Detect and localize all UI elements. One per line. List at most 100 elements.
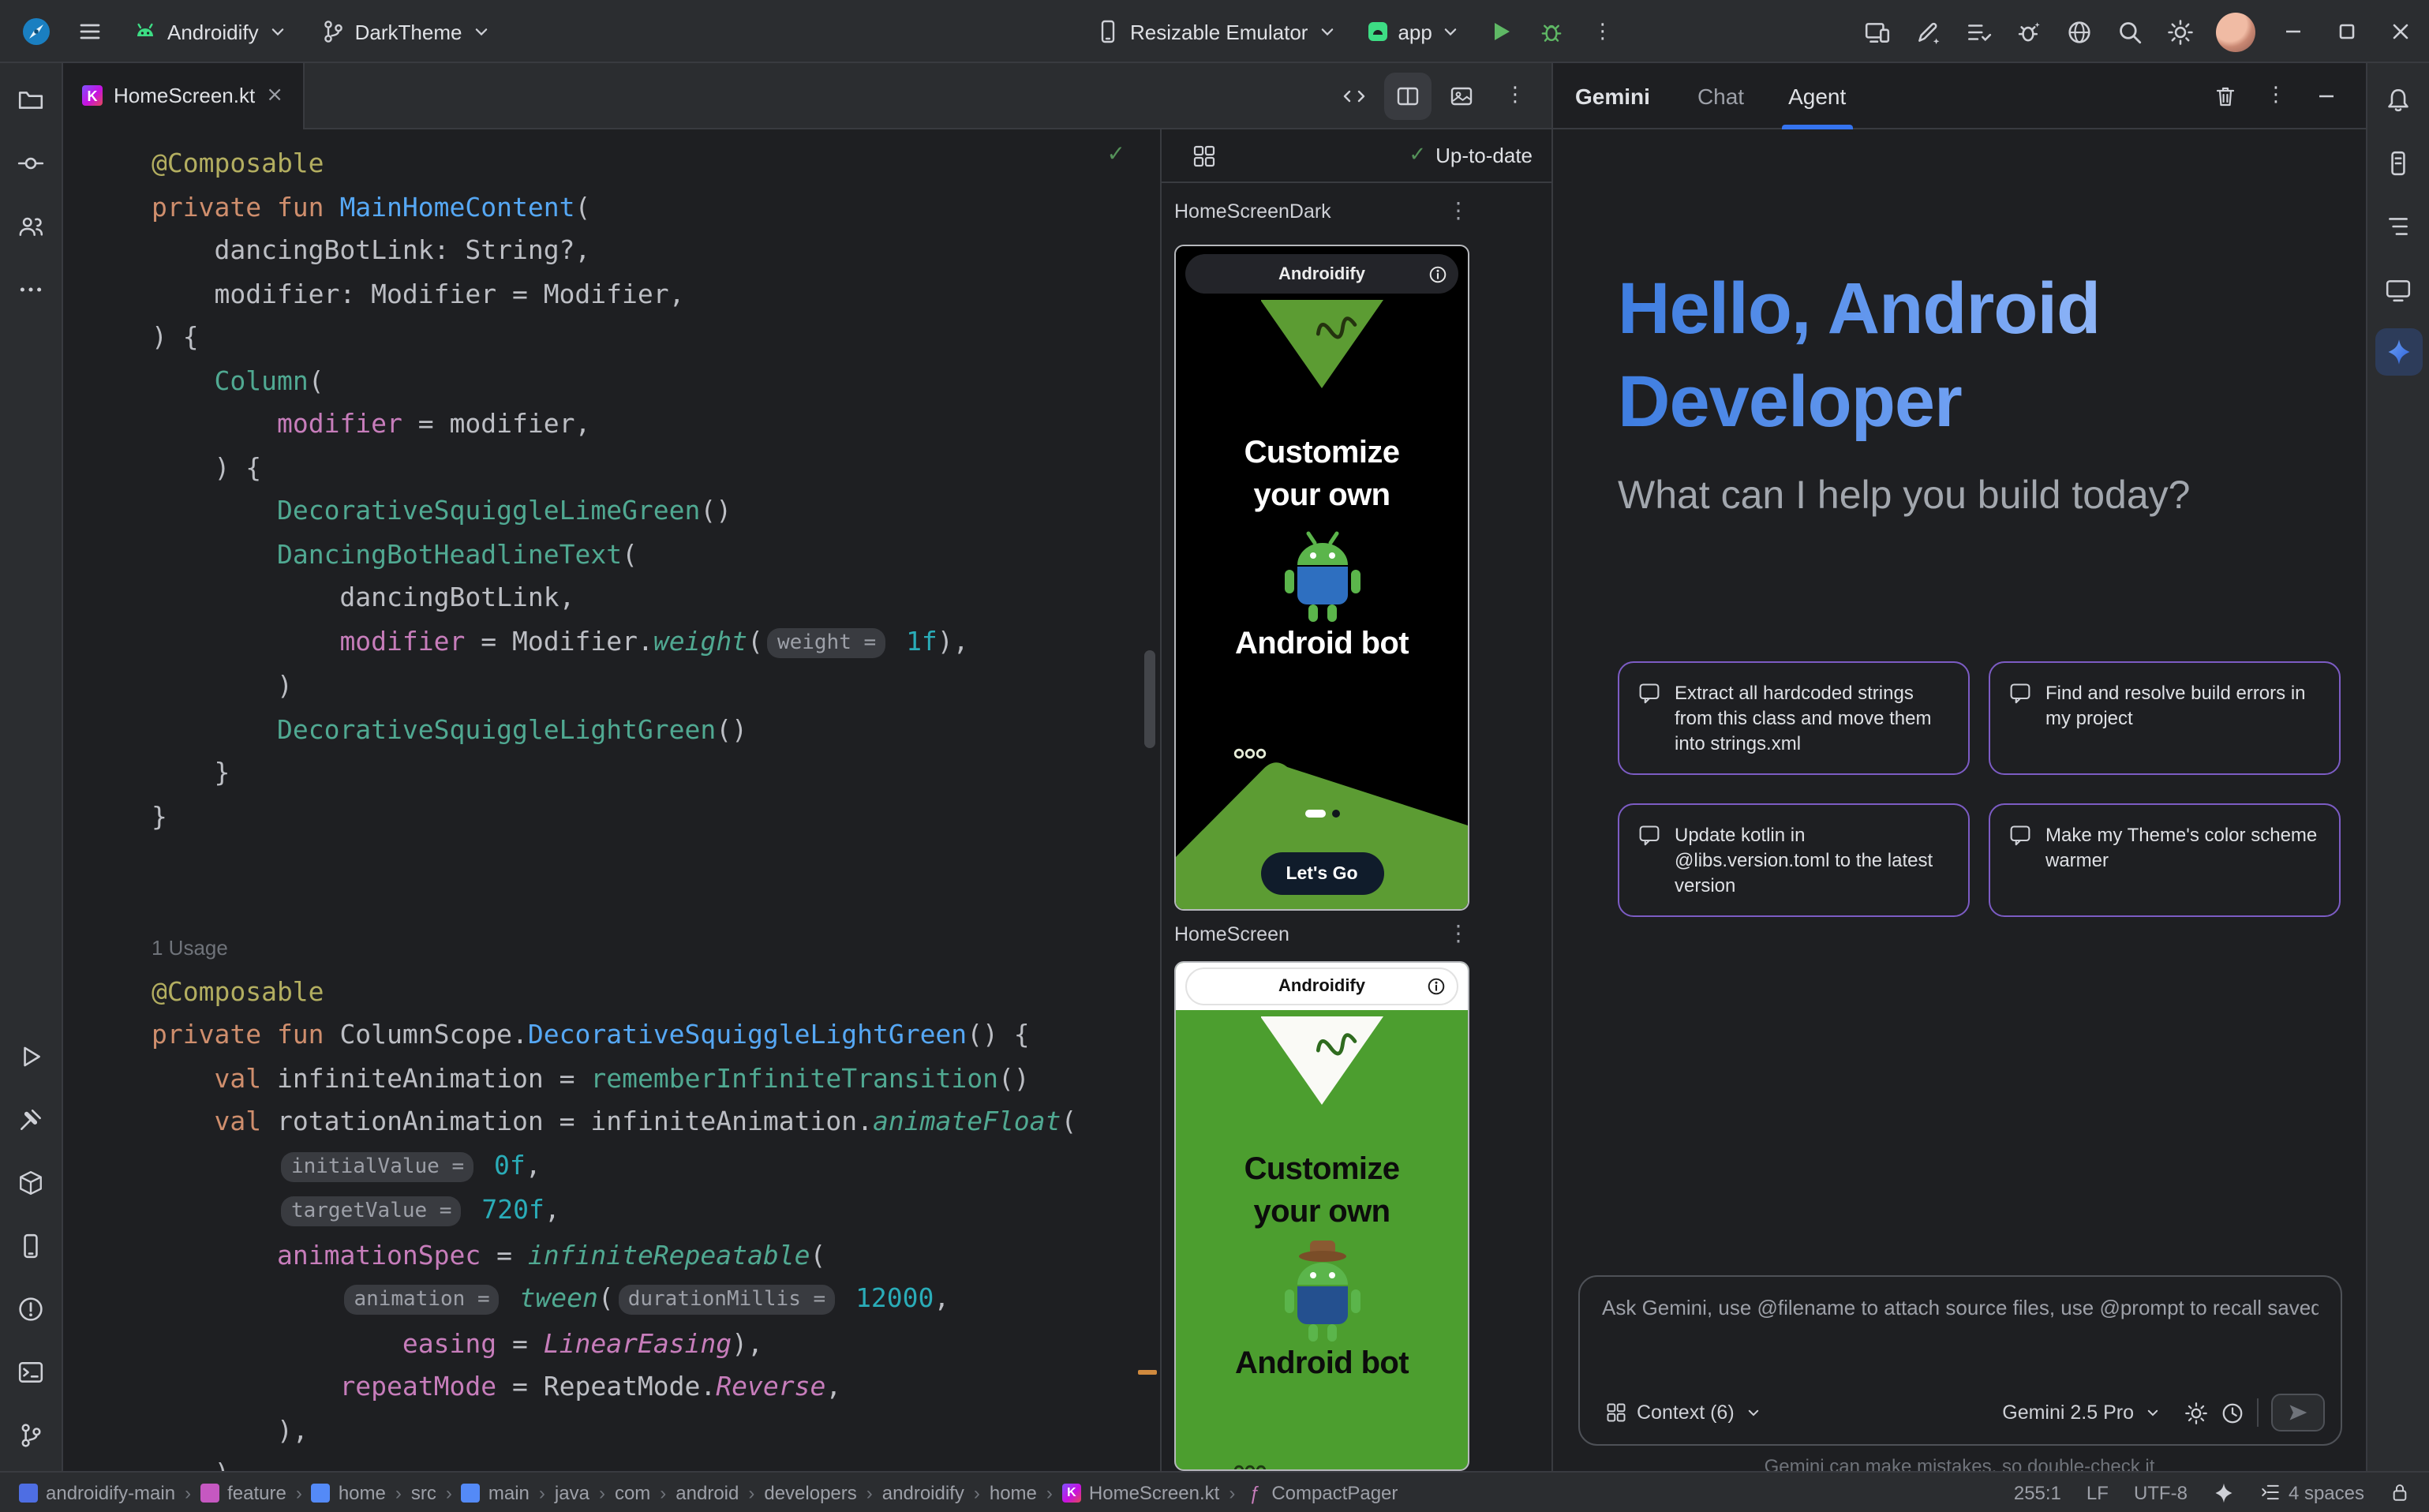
preview-phone-homescreen[interactable]: Androidify Customize your own: [1174, 961, 1469, 1471]
maximize-button[interactable]: [2322, 0, 2372, 63]
breadcrumb-item[interactable]: developers: [764, 1481, 856, 1503]
split-view-button[interactable]: [1384, 72, 1432, 119]
tab-homescreen-kt[interactable]: K HomeScreen.kt ×: [63, 62, 304, 129]
task-list-icon[interactable]: [1954, 8, 2001, 55]
indent-widget[interactable]: 4 spaces: [2260, 1481, 2364, 1503]
toolstrip-item-more[interactable]: [7, 265, 54, 313]
toolstrip-item-terminal[interactable]: [7, 1348, 54, 1395]
breadcrumb-item[interactable]: src: [411, 1481, 436, 1503]
lets-go-button[interactable]: Let's Go: [1260, 852, 1383, 895]
project-selector[interactable]: Androidify: [120, 13, 301, 51]
breadcrumb-item[interactable]: feature: [200, 1481, 286, 1503]
gemini-more-button[interactable]: ⋮: [2252, 72, 2300, 119]
running-devices-icon[interactable]: [1853, 8, 1900, 55]
ai-status-icon[interactable]: [2213, 1481, 2235, 1503]
suggestion-card-update-kotlin[interactable]: Update kotlin in @libs.version.toml to t…: [1618, 803, 1970, 917]
code-line: Column(: [152, 359, 1160, 402]
preview-more-button[interactable]: ⋮: [1447, 199, 1469, 224]
design-view-button[interactable]: [1438, 72, 1485, 119]
preview-bot-label: Android bot: [1235, 1343, 1409, 1386]
toolstrip-item-structure[interactable]: [2375, 202, 2422, 249]
code-line: animation = tween(durationMillis = 12000…: [152, 1277, 1160, 1322]
toolstrip-item-device-explorer[interactable]: [2375, 139, 2422, 186]
model-selector[interactable]: Gemini 2.5 Pro: [1993, 1397, 2172, 1428]
send-button[interactable]: [2271, 1394, 2325, 1432]
toolstrip-item-running-devices[interactable]: [2375, 265, 2422, 313]
toolstrip-item-pull-requests[interactable]: [7, 202, 54, 249]
preview-layout-icon[interactable]: [1181, 132, 1228, 179]
toolstrip-item-run[interactable]: [7, 1032, 54, 1080]
ai-network-icon[interactable]: [2055, 8, 2102, 55]
toolstrip-item-gemini[interactable]: [2375, 328, 2422, 376]
vcs-branch-selector[interactable]: DarkTheme: [308, 13, 505, 51]
toolstrip-item-commit[interactable]: [7, 139, 54, 186]
breadcrumb-item[interactable]: KHomeScreen.kt: [1062, 1481, 1219, 1503]
main-menu-button[interactable]: [66, 8, 114, 55]
ai-pen-icon[interactable]: [1903, 8, 1951, 55]
history-button[interactable]: [2221, 1401, 2244, 1424]
context-selector[interactable]: Context (6): [1596, 1397, 1772, 1428]
preview-status-label: Up-to-date: [1435, 144, 1533, 167]
app-module-icon: [1366, 21, 1388, 43]
gemini-spark-icon: [2384, 338, 2412, 366]
caret-position[interactable]: 255:1: [2014, 1481, 2061, 1503]
search-button[interactable]: [2105, 8, 2153, 55]
device-selector[interactable]: Resizable Emulator: [1083, 13, 1350, 51]
minimize-button[interactable]: [2268, 0, 2319, 63]
clear-chat-button[interactable]: [2202, 72, 2249, 119]
app-title: Androidify: [1278, 977, 1365, 996]
code-line: modifier: Modifier = Modifier,: [152, 272, 1160, 316]
breadcrumb-item[interactable]: ƒCompactPager: [1244, 1481, 1398, 1503]
alert-circle-icon: [17, 1295, 44, 1322]
breadcrumb-item[interactable]: home: [312, 1481, 386, 1503]
toolstrip-item-build[interactable]: [7, 1095, 54, 1143]
toolstrip-item-dependencies[interactable]: [7, 1158, 54, 1206]
preview-more-button[interactable]: ⋮: [1447, 922, 1469, 947]
chevron-down-icon: [267, 21, 289, 43]
suggestion-card-extract-strings[interactable]: Extract all hardcoded strings from this …: [1618, 661, 1970, 775]
breadcrumb-item[interactable]: main: [462, 1481, 530, 1503]
run-configuration-selector[interactable]: app: [1353, 13, 1474, 50]
editor-more-button[interactable]: ⋮: [1491, 72, 1539, 119]
code-view-button[interactable]: [1331, 72, 1378, 119]
more-horizontal-icon: [17, 275, 44, 302]
user-avatar[interactable]: [2216, 12, 2255, 51]
statusbar: androidify-main›feature›home›src›main›ja…: [0, 1471, 2429, 1512]
terminal-icon: [17, 1358, 44, 1385]
file-encoding[interactable]: UTF-8: [2134, 1481, 2188, 1503]
breadcrumb-item[interactable]: java: [555, 1481, 589, 1503]
run-more-options-button[interactable]: ⋮: [1579, 8, 1626, 55]
hide-panel-button[interactable]: [2303, 72, 2350, 119]
breadcrumb-item[interactable]: com: [615, 1481, 650, 1503]
breadcrumb-item[interactable]: androidify: [882, 1481, 964, 1503]
breadcrumb-item[interactable]: androidify-main: [19, 1481, 175, 1503]
debug-button[interactable]: [1529, 8, 1576, 55]
prompt-input[interactable]: Ask Gemini, use @filename to attach sour…: [1578, 1275, 2342, 1446]
code-line: DancingBotHeadlineText(: [152, 533, 1160, 576]
tab-agent[interactable]: Agent: [1766, 62, 1868, 129]
toolstrip-item-version-control[interactable]: [7, 1411, 54, 1458]
settings-button[interactable]: [2156, 8, 2203, 55]
toolstrip-item-logcat[interactable]: [7, 1222, 54, 1269]
suggestion-card-build-errors[interactable]: Find and resolve build errors in my proj…: [1989, 661, 2341, 775]
tab-close-icon[interactable]: ×: [266, 85, 283, 106]
breadcrumb-item[interactable]: home: [990, 1481, 1037, 1503]
lock-icon[interactable]: [2390, 1482, 2410, 1503]
ai-debug-icon[interactable]: [2004, 8, 2052, 55]
line-separator[interactable]: LF: [2087, 1481, 2109, 1503]
close-button[interactable]: [2375, 0, 2426, 63]
prompt-settings-button[interactable]: [2184, 1401, 2208, 1424]
breadcrumb-item[interactable]: android: [676, 1481, 739, 1503]
toolstrip-item-notifications[interactable]: [2375, 76, 2422, 123]
cast-icon: [2385, 275, 2412, 302]
toolstrip-item-project[interactable]: [7, 76, 54, 123]
inspection-status-icon[interactable]: ✓: [1107, 142, 1125, 167]
code-editor[interactable]: @Composableprivate fun MainHomeContent( …: [63, 129, 1160, 1471]
run-button[interactable]: [1478, 8, 1525, 55]
toolstrip-item-problems[interactable]: [7, 1285, 54, 1332]
preview-phone-homescreendark[interactable]: Androidify Customize your own Android bo…: [1174, 245, 1469, 911]
info-icon: [1428, 264, 1447, 283]
tab-chat[interactable]: Chat: [1675, 62, 1766, 129]
editor-scrollbar[interactable]: [1144, 650, 1155, 748]
suggestion-card-theme-warmer[interactable]: Make my Theme's color scheme warmer: [1989, 803, 2341, 917]
